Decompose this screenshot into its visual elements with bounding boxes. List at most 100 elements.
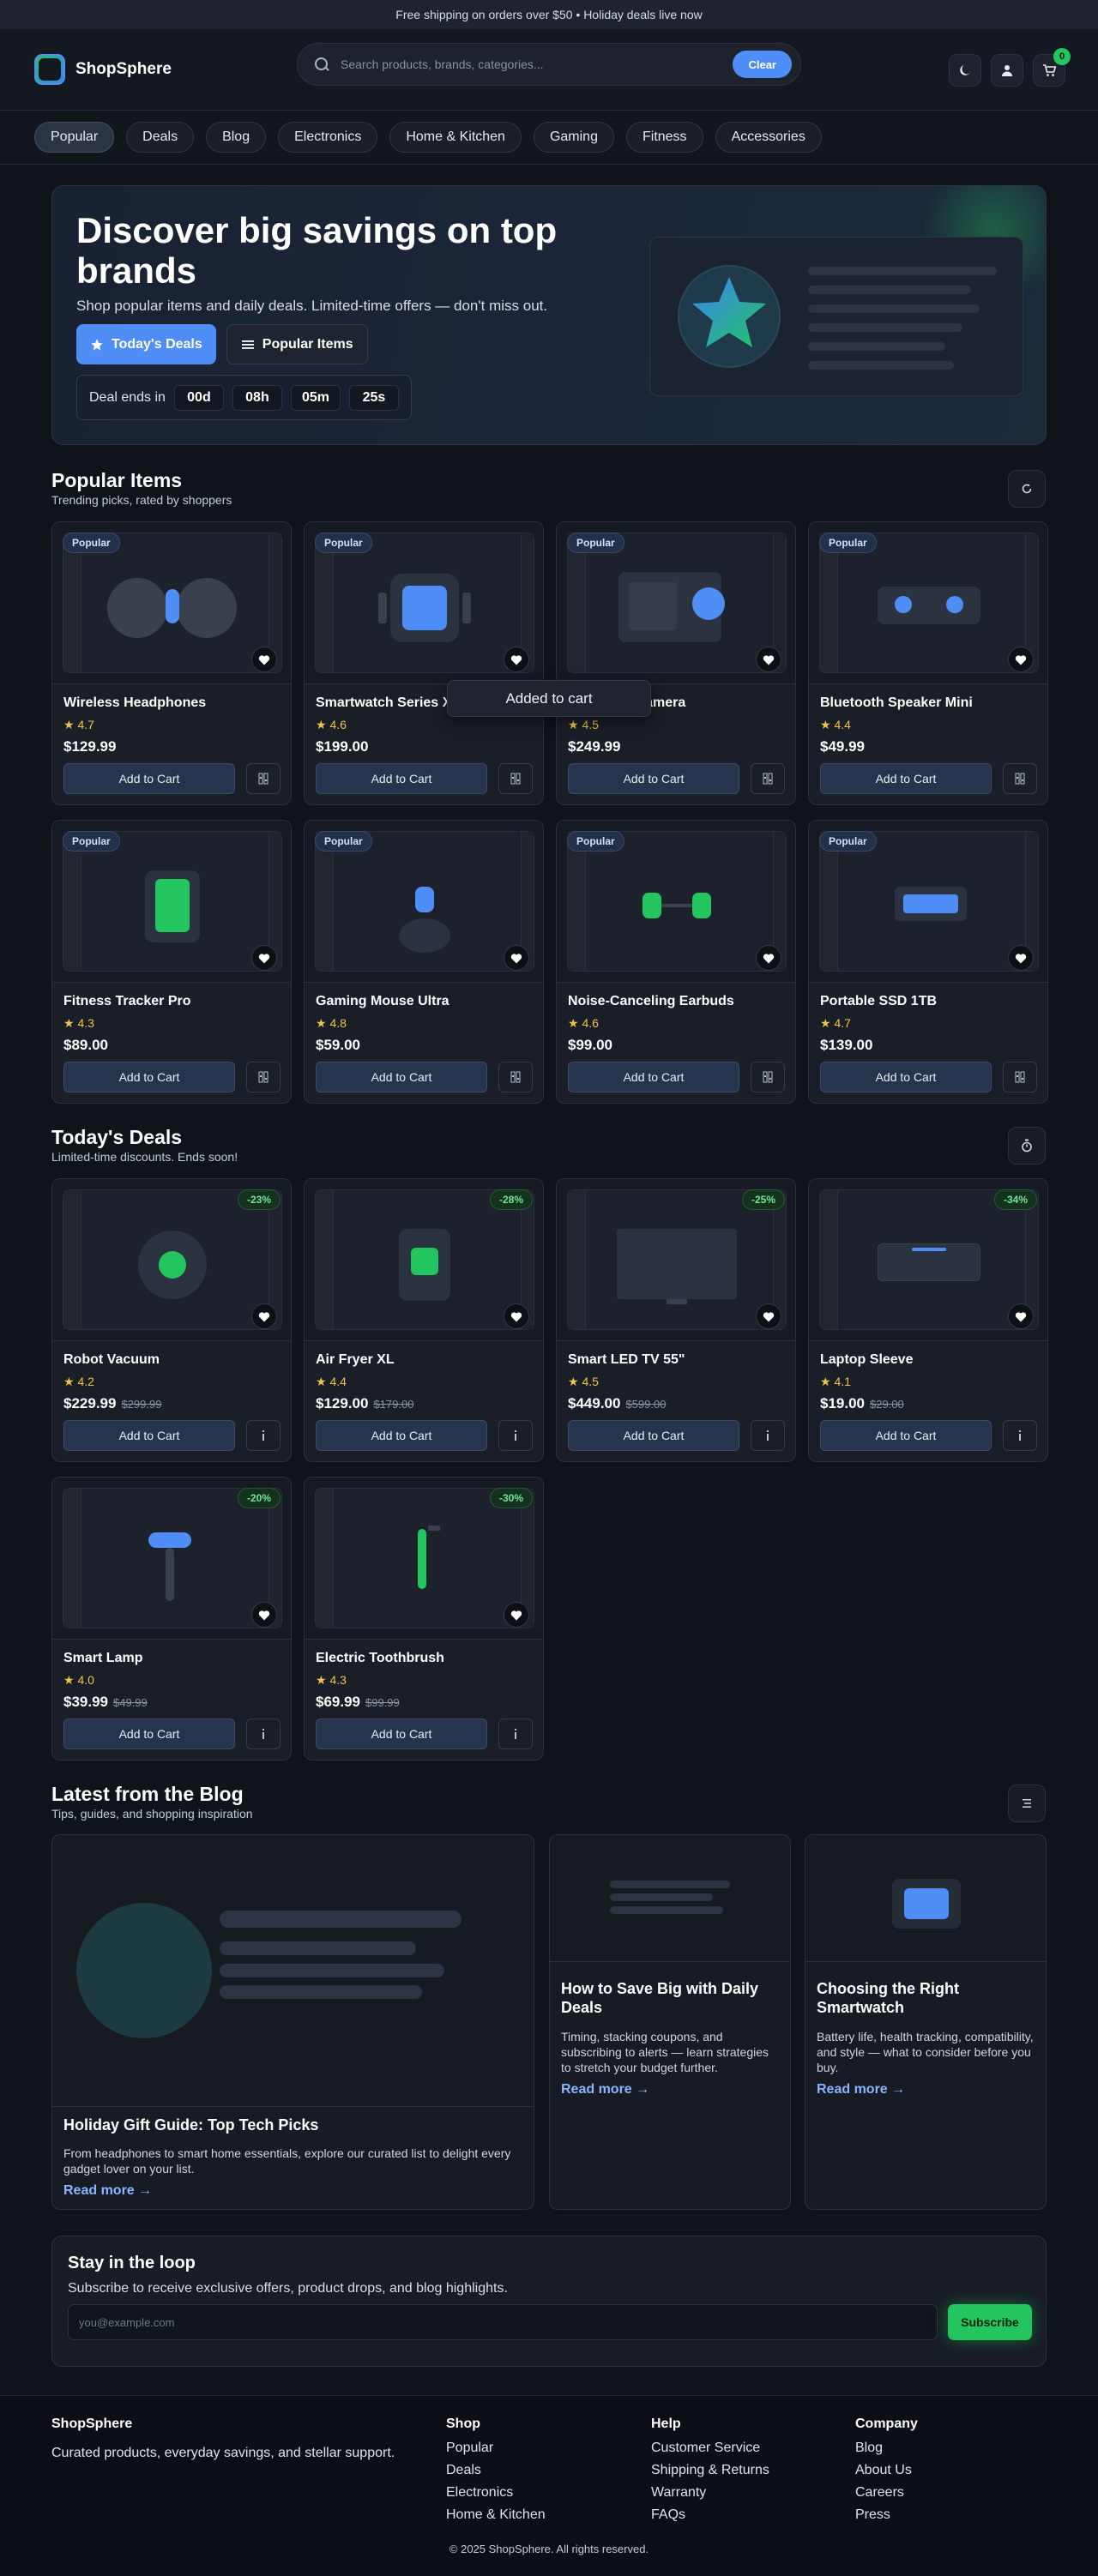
blog-menu-button[interactable] <box>1008 1785 1046 1822</box>
favorite-button[interactable] <box>251 1303 277 1329</box>
product-card[interactable]: -34% Laptop Sleeve ★ 4.1 $19.00 $29.00 Add to… <box>808 1178 1048 1462</box>
footer-link[interactable]: Blog <box>855 2441 918 2463</box>
add-to-cart-button[interactable]: Add to Cart <box>316 1718 487 1749</box>
product-card[interactable]: Popular Gaming Mouse Ultra ★ 4.8 $59.00 Add … <box>304 820 544 1104</box>
product-card[interactable]: Popular4K Action Camera★ 4.5$249.99Add t… <box>556 521 796 805</box>
favorite-button[interactable] <box>504 647 529 672</box>
footer-link[interactable]: Careers <box>855 2485 918 2507</box>
favorite-button[interactable] <box>251 945 277 971</box>
product-card[interactable]: Popular Wireless Headphones ★ 4.7 $129.99 Ad… <box>51 521 292 805</box>
footer-link[interactable]: Press <box>855 2507 918 2530</box>
clear-search-button[interactable]: Clear <box>733 51 792 78</box>
footer-link[interactable]: Customer Service <box>651 2441 769 2463</box>
product-card[interactable]: -20% Smart Lamp ★ 4.0 $39.99 $49.99 Add to Ca… <box>51 1477 292 1760</box>
compare-button[interactable] <box>751 1062 785 1092</box>
favorite-button[interactable] <box>251 1602 277 1628</box>
details-button[interactable] <box>1003 1420 1037 1451</box>
favorite-button[interactable] <box>504 1602 529 1628</box>
add-to-cart-button[interactable]: Add to Cart <box>316 1420 487 1451</box>
add-to-cart-button[interactable]: Add to Cart <box>820 763 992 794</box>
category-pill-deals[interactable]: Deals <box>126 122 195 153</box>
header-actions: 0 <box>949 48 1071 87</box>
search-input[interactable] <box>341 57 733 71</box>
product-card[interactable]: Popular Portable SSD 1TB ★ 4.7 $139.00 Add t… <box>808 820 1048 1104</box>
product-card[interactable]: Popular Noise-Canceling Earbuds ★ 4.6 $99.0… <box>556 820 796 1104</box>
blog-card-featured[interactable]: Holiday Gift Guide: Top Tech Picks From … <box>51 1834 534 2210</box>
category-pill-fitness[interactable]: Fitness <box>625 122 703 153</box>
product-card[interactable]: -30% Electric Toothbrush ★ 4.3 $69.99 $99.99… <box>304 1477 544 1760</box>
search-icon <box>313 56 330 73</box>
favorite-button[interactable] <box>756 647 781 672</box>
product-card[interactable]: Popular Smartwatch Series X ★ 4.6 $199.00 Ad… <box>304 521 544 805</box>
add-to-cart-button[interactable]: Add to Cart <box>63 1420 235 1451</box>
product-card[interactable]: Popular Fitness Tracker Pro ★ 4.3 $89.00 Add… <box>51 820 292 1104</box>
details-button[interactable] <box>498 1420 533 1451</box>
compare-button[interactable] <box>751 763 785 794</box>
favorite-button[interactable] <box>1008 945 1034 971</box>
favorite-button[interactable] <box>756 1303 781 1329</box>
todays-deals-button[interactable]: Today's Deals <box>76 324 216 364</box>
category-pill-blog[interactable]: Blog <box>206 122 267 153</box>
account-button[interactable] <box>991 54 1023 87</box>
refresh-button[interactable] <box>1008 470 1046 508</box>
theme-toggle-button[interactable] <box>949 54 981 87</box>
add-to-cart-button[interactable]: Add to Cart <box>63 1062 235 1092</box>
category-pill-home-kitchen[interactable]: Home & Kitchen <box>389 122 522 153</box>
add-to-cart-button[interactable]: Add to Cart <box>316 763 487 794</box>
compare-button[interactable] <box>498 763 533 794</box>
favorite-button[interactable] <box>1008 1303 1034 1329</box>
add-to-cart-button[interactable]: Add to Cart <box>316 1062 487 1092</box>
compare-button[interactable] <box>246 763 281 794</box>
deals-timer-button[interactable] <box>1008 1127 1046 1165</box>
footer-link[interactable]: Electronics <box>446 2485 546 2507</box>
favorite-button[interactable] <box>504 945 529 971</box>
details-button[interactable] <box>751 1420 785 1451</box>
compare-button[interactable] <box>498 1062 533 1092</box>
footer-link[interactable]: Shipping & Returns <box>651 2463 769 2485</box>
footer-link[interactable]: Deals <box>446 2463 546 2485</box>
favorite-button[interactable] <box>504 1303 529 1329</box>
favorite-button[interactable] <box>251 647 277 672</box>
add-to-cart-button[interactable]: Add to Cart <box>568 763 739 794</box>
favorite-button[interactable] <box>1008 647 1034 672</box>
subscribe-button[interactable]: Subscribe <box>948 2304 1032 2340</box>
add-to-cart-button[interactable]: Add to Cart <box>568 1420 739 1451</box>
category-pill-electronics[interactable]: Electronics <box>278 122 378 153</box>
add-to-cart-button[interactable]: Add to Cart <box>820 1420 992 1451</box>
footer-link[interactable]: Home & Kitchen <box>446 2507 546 2530</box>
read-more-link[interactable]: Read more → <box>63 2183 152 2199</box>
blog-card[interactable]: How to Save Big with Daily Deals Timing,… <box>549 1834 791 2210</box>
read-more-link[interactable]: Read more → <box>817 2082 905 2098</box>
footer-link[interactable]: About Us <box>855 2463 918 2485</box>
read-more-link[interactable]: Read more → <box>561 2082 649 2098</box>
compare-button[interactable] <box>246 1062 281 1092</box>
info-icon <box>515 1729 516 1739</box>
add-to-cart-button[interactable]: Add to Cart <box>63 763 235 794</box>
blog-card[interactable]: Choosing the Right Smartwatch Battery li… <box>805 1834 1047 2210</box>
category-pill-accessories[interactable]: Accessories <box>715 122 822 153</box>
add-to-cart-button[interactable]: Add to Cart <box>63 1718 235 1749</box>
product-card[interactable]: -28% Air Fryer XL ★ 4.4 $129.00 $179.00 Add t… <box>304 1178 544 1462</box>
category-pill-gaming[interactable]: Gaming <box>533 122 614 153</box>
add-to-cart-button[interactable]: Add to Cart <box>820 1062 992 1092</box>
details-button[interactable] <box>246 1718 281 1749</box>
footer-link[interactable]: Warranty <box>651 2485 769 2507</box>
footer-link[interactable]: FAQs <box>651 2507 769 2530</box>
product-rating: ★ 4.6 <box>316 718 347 732</box>
add-to-cart-button[interactable]: Add to Cart <box>568 1062 739 1092</box>
details-button[interactable] <box>498 1718 533 1749</box>
category-pill-popular[interactable]: Popular <box>34 122 115 153</box>
footer-link[interactable]: Popular <box>446 2441 546 2463</box>
logo[interactable]: ShopSphere <box>34 54 172 85</box>
popular-items-button[interactable]: Popular Items <box>226 324 368 364</box>
compare-button[interactable] <box>1003 1062 1037 1092</box>
newsletter-email-input[interactable] <box>68 2304 938 2340</box>
cart-button[interactable]: 0 <box>1033 48 1071 87</box>
product-card[interactable]: Popular Bluetooth Speaker Mini ★ 4.4 $49.99… <box>808 521 1048 805</box>
product-card[interactable]: -25% Smart LED TV 55" ★ 4.5 $449.00 $599.00 A… <box>556 1178 796 1462</box>
compare-button[interactable] <box>1003 763 1037 794</box>
product-card[interactable]: -23% Robot Vacuum ★ 4.2 $229.99 $299.99 Add t… <box>51 1178 292 1462</box>
favorite-button[interactable] <box>756 945 781 971</box>
added-to-cart-toast: Added to cart <box>447 680 651 717</box>
details-button[interactable] <box>246 1420 281 1451</box>
